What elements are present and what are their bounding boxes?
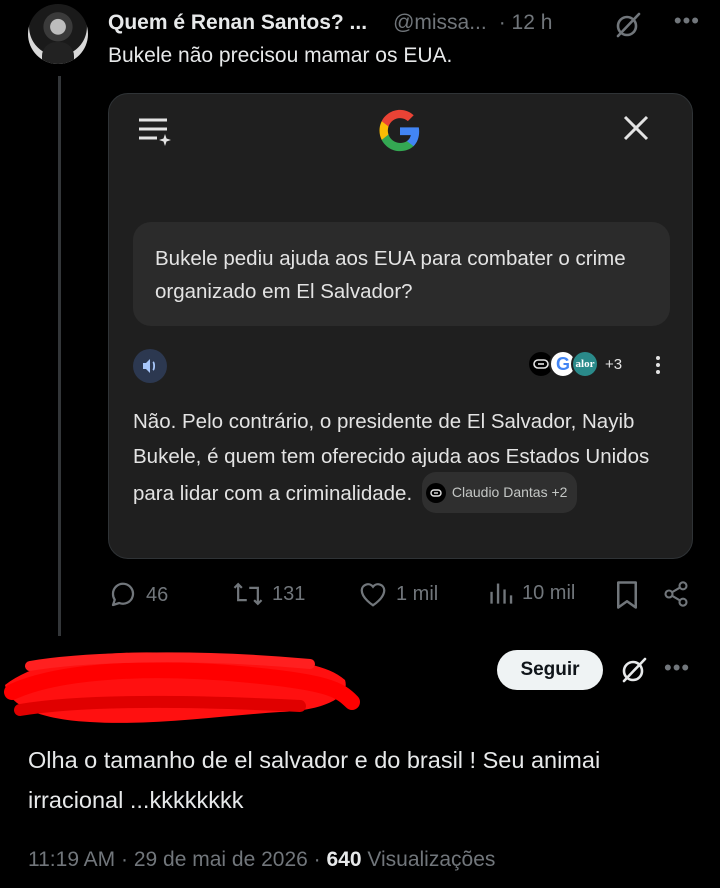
- reply-icon: [111, 582, 135, 607]
- menu-sparkle-icon[interactable]: [137, 116, 171, 146]
- view-label: Visualizações: [361, 848, 496, 871]
- views-button[interactable]: 10 mil: [488, 580, 575, 606]
- author-name[interactable]: Quem é Renan Santos? ...: [108, 11, 367, 35]
- close-icon[interactable]: [622, 114, 650, 142]
- repost-count: 131: [272, 582, 306, 605]
- views-count: 10 mil: [522, 581, 576, 604]
- author-handle[interactable]: @missa...: [393, 11, 487, 35]
- source-chip[interactable]: Claudio Dantas +2: [421, 472, 578, 513]
- google-ai-card[interactable]: Bukele pediu ajuda aos EUA para combater…: [108, 93, 693, 559]
- post-time[interactable]: 11:19 AM · 29 de mai de 2026 ·: [28, 848, 326, 871]
- more-icon[interactable]: •••: [664, 655, 690, 681]
- tweet-text: Bukele não precisou mamar os EUA.: [108, 44, 453, 67]
- tweet-actions: 46 131 1 mil 10 mil: [108, 580, 694, 614]
- source-valor-icon: alor: [571, 350, 599, 378]
- ai-question: Bukele pediu ajuda aos EUA para combater…: [133, 222, 670, 326]
- grok-icon[interactable]: [614, 11, 642, 44]
- speaker-icon[interactable]: [133, 349, 167, 383]
- google-logo-icon: [377, 108, 423, 154]
- post-meta: 11:19 AM · 29 de mai de 2026 · 640 Visua…: [28, 848, 495, 872]
- bookmark-button[interactable]: [614, 580, 640, 610]
- sources-group[interactable]: G alor +3: [527, 350, 622, 378]
- like-count: 1 mil: [396, 582, 439, 605]
- view-count: 640: [326, 848, 362, 871]
- repost-icon: [233, 582, 263, 606]
- follow-button[interactable]: Seguir: [497, 650, 603, 690]
- ai-answer: Não. Pelo contrário, o presidente de El …: [133, 404, 673, 515]
- redaction-scribble: [4, 652, 360, 723]
- avatar[interactable]: [28, 4, 88, 64]
- reply-text: Olha o tamanho de el salvador e do brasi…: [28, 747, 601, 813]
- share-button[interactable]: [662, 580, 690, 608]
- tweet-time[interactable]: · 12 h: [499, 11, 553, 35]
- share-icon: [664, 581, 688, 607]
- more-icon[interactable]: •••: [674, 8, 700, 34]
- views-icon: [490, 583, 513, 604]
- grok-icon[interactable]: [620, 656, 648, 689]
- heart-icon: [360, 583, 386, 607]
- link-icon: [425, 482, 446, 503]
- reply-count: 46: [146, 583, 169, 606]
- thread-line: [58, 76, 61, 636]
- bookmark-icon: [617, 581, 637, 609]
- source-chip-label: Claudio Dantas +2: [451, 484, 568, 500]
- sources-count: +3: [605, 355, 623, 373]
- reply-button[interactable]: 46: [108, 580, 168, 610]
- tweet-header: Quem é Renan Santos? ... @missa... · 12 …: [108, 8, 700, 38]
- repost-button[interactable]: 131: [232, 580, 305, 608]
- like-button[interactable]: 1 mil: [358, 580, 438, 608]
- kebab-menu-icon[interactable]: [656, 356, 660, 374]
